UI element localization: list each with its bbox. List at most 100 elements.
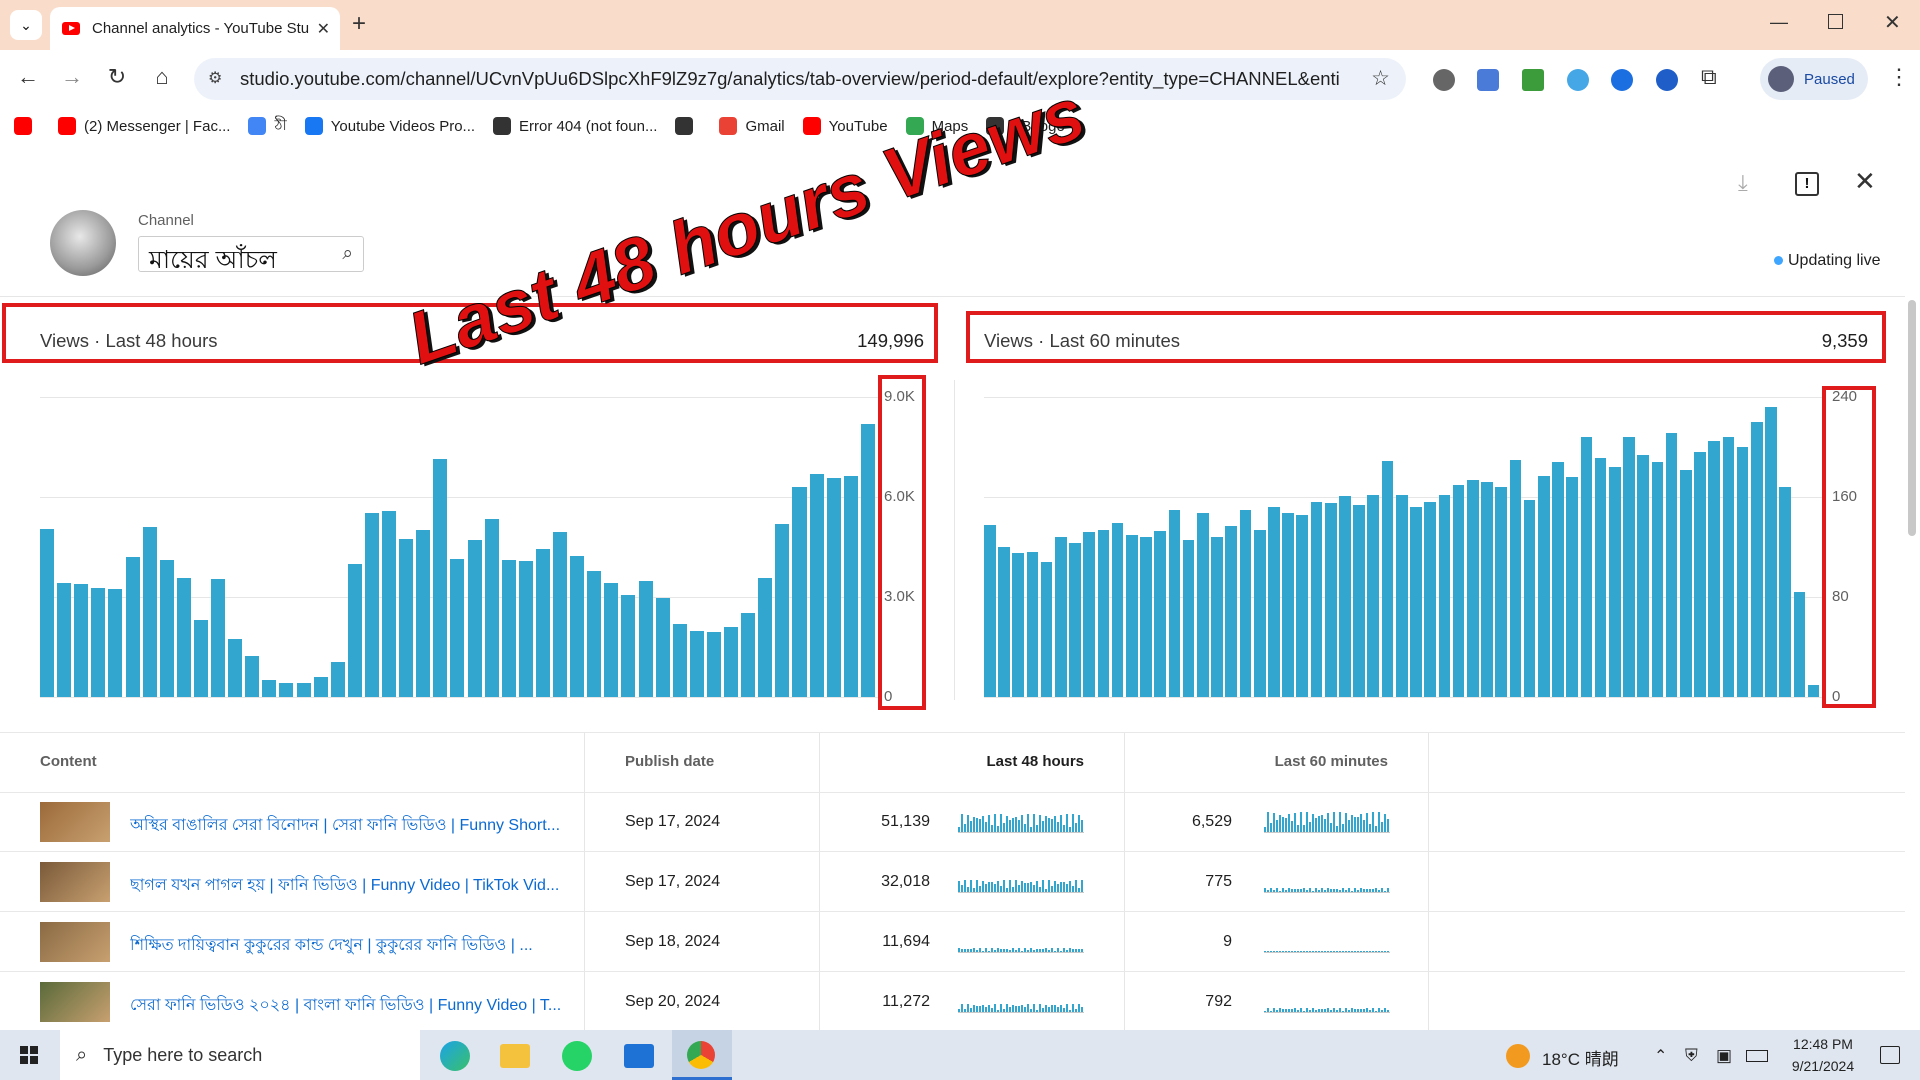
bookmark-item[interactable]: Error 404 (not foun... bbox=[493, 117, 657, 135]
back-icon[interactable]: ← bbox=[12, 64, 44, 90]
video-title-link[interactable]: শিক্ষিত দায়িত্ববান কুকুরের কান্ড দেখুন … bbox=[130, 932, 590, 959]
bookmark-item[interactable]: (2) Messenger | Fac... bbox=[58, 117, 230, 135]
chart-bar[interactable] bbox=[1197, 513, 1209, 697]
chart-bar[interactable] bbox=[1154, 530, 1167, 697]
reload-icon[interactable]: ↻ bbox=[101, 64, 133, 90]
mail-icon[interactable] bbox=[624, 1044, 654, 1068]
chart-bar[interactable] bbox=[193, 619, 208, 697]
chart-bar[interactable] bbox=[1523, 499, 1536, 697]
chart-bar[interactable] bbox=[1750, 422, 1763, 697]
battery-icon[interactable] bbox=[1746, 1050, 1768, 1062]
home-icon[interactable]: ⌂ bbox=[146, 64, 178, 90]
chart-bar[interactable] bbox=[1111, 523, 1124, 697]
browser-menu-icon[interactable]: ⋮ bbox=[1888, 64, 1910, 90]
chart-bar[interactable] bbox=[672, 623, 687, 697]
file-explorer-icon[interactable] bbox=[500, 1044, 530, 1068]
chart-bar[interactable] bbox=[1580, 437, 1593, 697]
chart-bar[interactable] bbox=[826, 477, 841, 697]
chart-bar[interactable] bbox=[1140, 537, 1152, 697]
chart-bar[interactable] bbox=[57, 583, 72, 697]
chart-bar[interactable] bbox=[1040, 562, 1053, 697]
chart-bar[interactable] bbox=[1537, 475, 1550, 697]
chart-bar[interactable] bbox=[279, 683, 294, 697]
chart-bar[interactable] bbox=[741, 612, 756, 697]
chart-bar[interactable] bbox=[1353, 504, 1365, 697]
security-tray-icon[interactable]: ⛨ bbox=[1685, 1046, 1698, 1066]
chart-bar[interactable] bbox=[621, 595, 636, 697]
chart-bar[interactable] bbox=[535, 548, 550, 697]
chart-bar[interactable] bbox=[159, 559, 174, 697]
chart-bar[interactable] bbox=[775, 524, 790, 697]
chart-bar[interactable] bbox=[860, 424, 875, 697]
chart-bar[interactable] bbox=[1694, 452, 1706, 697]
chart-bar[interactable] bbox=[262, 680, 277, 697]
chart-bar[interactable] bbox=[1083, 532, 1096, 697]
bookmark-item[interactable]: Youtube Videos Pro... bbox=[304, 117, 475, 135]
chart-bar[interactable] bbox=[1324, 503, 1337, 697]
chart-bar[interactable] bbox=[433, 458, 448, 697]
chart-bar[interactable] bbox=[1722, 437, 1735, 697]
chart-bar[interactable] bbox=[553, 532, 568, 697]
chart-bar[interactable] bbox=[1466, 479, 1479, 697]
col-header-60m[interactable]: Last 60 minutes bbox=[1240, 753, 1388, 770]
chart-bar[interactable] bbox=[1779, 487, 1792, 697]
chart-bar[interactable] bbox=[1211, 537, 1223, 697]
bookmark-item[interactable]: Gmail bbox=[719, 117, 785, 135]
chart-bar[interactable] bbox=[1708, 440, 1720, 697]
chart-bar[interactable] bbox=[1608, 467, 1621, 697]
weather-text[interactable]: 18°C 晴朗 bbox=[1542, 1045, 1619, 1070]
table-row[interactable]: অস্থির বাঙালির সেরা বিনোদন | সেরা ফানি ভ… bbox=[0, 792, 1905, 852]
video-thumbnail[interactable] bbox=[40, 862, 110, 902]
video-title-link[interactable]: সেরা ফানি ভিডিও ২০২৪ | বাংলা ফানি ভিডিও … bbox=[130, 992, 590, 1019]
bookmark-item[interactable]: ঠী bbox=[248, 114, 287, 139]
chart-bar[interactable] bbox=[1765, 407, 1777, 697]
chrome-taskbar-icon[interactable] bbox=[672, 1030, 732, 1080]
chart-bar[interactable] bbox=[1282, 513, 1294, 697]
chart-bar[interactable] bbox=[330, 662, 345, 697]
chart-bar[interactable] bbox=[1168, 509, 1181, 697]
chart-bar[interactable] bbox=[1679, 469, 1692, 697]
chart-bar[interactable] bbox=[1395, 494, 1408, 697]
table-row[interactable]: সেরা ফানি ভিডিও ২০২৪ | বাংলা ফানি ভিডিও … bbox=[0, 972, 1905, 1032]
site-info-icon[interactable]: ⚙ bbox=[208, 68, 222, 88]
close-window-button[interactable]: ✕ bbox=[1884, 10, 1901, 35]
chart-bar[interactable] bbox=[176, 578, 191, 697]
bookmark-item[interactable] bbox=[14, 117, 40, 135]
chart-bar[interactable] bbox=[1495, 487, 1507, 697]
video-title-link[interactable]: অস্থির বাঙালির সেরা বিনোদন | সেরা ফানি ভ… bbox=[130, 812, 590, 839]
chart-bar[interactable] bbox=[450, 559, 465, 697]
video-thumbnail[interactable] bbox=[40, 922, 110, 962]
chart-bar[interactable] bbox=[1637, 454, 1649, 697]
extension-play-icon[interactable] bbox=[1656, 69, 1678, 91]
chart-bar[interactable] bbox=[1225, 525, 1238, 697]
tab-search-button[interactable]: ⌄ bbox=[10, 10, 42, 40]
chart-bar[interactable] bbox=[587, 571, 602, 697]
clock-time[interactable]: 12:48 PM bbox=[1778, 1036, 1868, 1052]
chart-bar[interactable] bbox=[655, 598, 670, 697]
chart-bar[interactable] bbox=[724, 627, 739, 697]
taskbar-search[interactable]: ⌕ Type here to search bbox=[60, 1030, 420, 1080]
table-row[interactable]: শিক্ষিত দায়িত্ববান কুকুরের কান্ড দেখুন … bbox=[0, 912, 1905, 972]
chart-bar[interactable] bbox=[1012, 553, 1025, 697]
chart-bar[interactable] bbox=[296, 683, 311, 697]
video-title-link[interactable]: ছাগল যখন পাগল হয় | ফানি ভিডিও | Funny V… bbox=[130, 872, 590, 899]
url-text[interactable]: studio.youtube.com/channel/UCvnVpUu6DSlp… bbox=[240, 68, 1340, 90]
chart-bar[interactable] bbox=[228, 638, 243, 697]
bookmark-star-icon[interactable]: ☆ bbox=[1371, 66, 1390, 91]
chart-bar[interactable] bbox=[984, 524, 996, 697]
bookmark-item[interactable]: YouTube bbox=[802, 117, 888, 135]
chart-bar[interactable] bbox=[484, 518, 499, 697]
chart-bar[interactable] bbox=[1665, 433, 1678, 697]
channel-search-box[interactable]: মায়ের আঁচল ⌕ bbox=[138, 236, 364, 274]
weather-icon[interactable] bbox=[1506, 1044, 1530, 1068]
tray-chevron-icon[interactable]: ⌃ bbox=[1654, 1046, 1667, 1066]
chart-bar[interactable] bbox=[792, 487, 807, 697]
chart-bar[interactable] bbox=[1097, 529, 1110, 697]
chart-bar[interactable] bbox=[638, 581, 653, 697]
chart-bar[interactable] bbox=[1268, 507, 1280, 697]
chart-bar[interactable] bbox=[364, 512, 379, 697]
extension-circle-icon[interactable] bbox=[1433, 69, 1455, 91]
chart-bar[interactable] bbox=[211, 579, 226, 697]
chart-bar[interactable] bbox=[467, 540, 482, 697]
chart-bar[interactable] bbox=[1552, 462, 1564, 697]
